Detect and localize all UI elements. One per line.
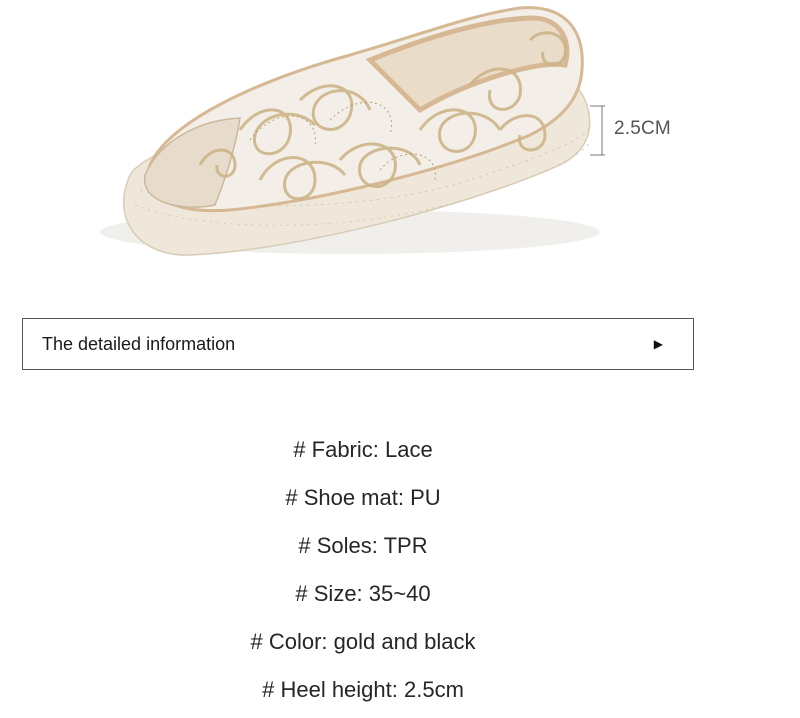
detailed-information-bar[interactable]: The detailed information ▶ [22,318,694,370]
product-image-espadrille-shoe [100,6,605,256]
spec-shoe-mat: # Shoe mat: PU [285,485,441,510]
spec-soles: # Soles: TPR [298,533,428,558]
detailed-information-title: The detailed information [42,333,236,354]
product-specifications: # Fabric: Lace # Shoe mat: PU # Soles: T… [0,430,726,718]
triangle-right-icon: ▶ [653,337,663,351]
spec-color: # Color: gold and black [250,629,476,654]
spec-fabric: # Fabric: Lace [293,437,433,462]
heel-height-measurement-label: 2.5CM [614,118,671,139]
spec-size: # Size: 35~40 [295,581,431,606]
spec-heel-height: # Heel height: 2.5cm [262,677,464,702]
